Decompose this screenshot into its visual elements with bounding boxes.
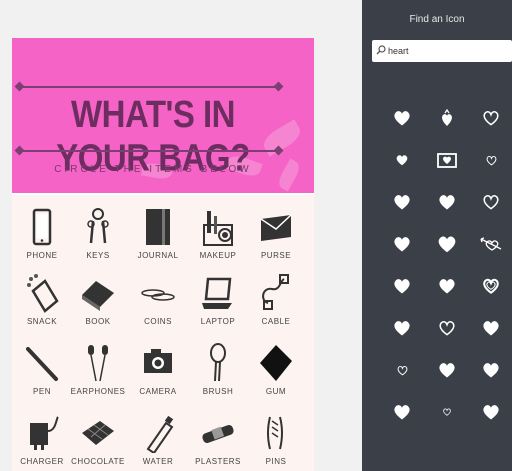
phone-icon (32, 208, 52, 246)
pen-icon (26, 347, 58, 381)
water-bottle-icon (146, 415, 174, 453)
item-label: PURSE (260, 251, 292, 260)
heart-outline-icon[interactable] (471, 184, 511, 220)
item-label: WATER (142, 457, 174, 466)
heart-solid-icon[interactable] (427, 352, 467, 388)
item-cable[interactable]: CABLE (248, 269, 304, 335)
item-label: KEYS (86, 251, 110, 260)
purse-icon (260, 214, 292, 241)
heart-outline-small-icon[interactable] (471, 142, 511, 178)
coins-icon (141, 289, 175, 301)
item-journal[interactable]: JOURNAL (130, 203, 186, 269)
divider-top (18, 86, 280, 88)
item-gum[interactable]: GUM (248, 339, 304, 405)
items-grid: PHONE KEYS JOURNAL MAKEUP PURSE SNACK BO… (12, 195, 314, 471)
item-label: PINS (265, 457, 287, 466)
heart-small-outline-icon[interactable] (427, 394, 467, 430)
item-purse[interactable]: PURSE (248, 203, 304, 269)
heart-outline-small-icon[interactable] (382, 352, 422, 388)
design-canvas[interactable]: WHAT'S IN YOUR BAG? CIRCLE THE ITEMS BEL… (0, 0, 362, 471)
item-label: COINS (144, 317, 172, 326)
item-label: EARPHONES (70, 387, 126, 396)
item-keys[interactable]: KEYS (70, 203, 126, 269)
search-icon (376, 45, 386, 55)
heart-outline-icon[interactable] (427, 310, 467, 346)
heart-solid-icon[interactable] (471, 310, 511, 346)
heart-solid-icon[interactable] (471, 352, 511, 388)
item-label: CABLE (261, 317, 291, 326)
item-plasters[interactable]: PLASTERS (190, 409, 246, 471)
item-pen[interactable]: PEN (14, 339, 70, 405)
item-label: CHARGER (20, 457, 64, 466)
snack-icon (27, 274, 59, 313)
item-label: PLASTERS (195, 457, 241, 466)
cable-icon (262, 274, 289, 310)
heart-solid-icon[interactable] (427, 184, 467, 220)
item-makeup[interactable]: MAKEUP (190, 203, 246, 269)
item-label: PEN (33, 387, 51, 396)
header-banner: WHAT'S IN YOUR BAG? CIRCLE THE ITEMS BEL… (12, 38, 314, 193)
item-brush[interactable]: BRUSH (190, 339, 246, 405)
keys-icon (87, 208, 109, 244)
journal-icon (146, 209, 170, 245)
item-label: CAMERA (139, 387, 177, 396)
item-label: SNACK (26, 317, 58, 326)
item-label: PHONE (26, 251, 58, 260)
item-book[interactable]: BOOK (70, 269, 126, 335)
search-input[interactable] (388, 43, 506, 59)
heart-small-solid-icon[interactable] (382, 142, 422, 178)
gum-icon (260, 345, 292, 381)
item-charger[interactable]: CHARGER (14, 409, 70, 471)
item-chocolate[interactable]: CHOCOLATE (70, 409, 126, 471)
camera-icon (144, 349, 172, 373)
item-label: GUM (265, 387, 287, 396)
heart-solid-icon[interactable] (382, 184, 422, 220)
laptop-icon (202, 277, 232, 309)
item-water[interactable]: WATER (130, 409, 186, 471)
heart-solid-large-icon[interactable] (427, 226, 467, 262)
heart-solid-icon[interactable] (427, 268, 467, 304)
item-earphones[interactable]: EARPHONES (70, 339, 126, 405)
design-page[interactable]: WHAT'S IN YOUR BAG? CIRCLE THE ITEMS BEL… (12, 38, 314, 471)
item-label: BOOK (85, 317, 111, 326)
heart-envelope-icon[interactable] (427, 142, 467, 178)
strawberry-heart-icon[interactable] (427, 100, 467, 136)
heart-solid-icon[interactable] (382, 310, 422, 346)
heart-solid-icon[interactable] (382, 226, 422, 262)
brush-icon (210, 343, 226, 382)
heart-solid-icon[interactable] (382, 100, 422, 136)
item-label: BRUSH (202, 387, 234, 396)
heart-double-outline-icon[interactable] (471, 268, 511, 304)
heart-solid-icon[interactable] (471, 394, 511, 430)
item-laptop[interactable]: LAPTOP (190, 269, 246, 335)
icon-search-panel: Find an Icon (362, 0, 512, 471)
heart-arrow-icon[interactable] (471, 226, 511, 262)
earphones-icon (88, 345, 108, 382)
item-label: JOURNAL (137, 251, 179, 260)
charger-icon (30, 416, 59, 450)
design-subtitle[interactable]: CIRCLE THE ITEMS BELOW (22, 164, 284, 175)
heart-solid-icon[interactable] (382, 394, 422, 430)
item-label: MAKEUP (199, 251, 237, 260)
item-label: LAPTOP (200, 317, 236, 326)
heart-outline-icon[interactable] (471, 100, 511, 136)
chocolate-icon (82, 421, 114, 445)
divider-bottom (18, 150, 280, 152)
item-coins[interactable]: COINS (130, 269, 186, 335)
heart-solid-icon[interactable] (382, 268, 422, 304)
item-pins[interactable]: PINS (248, 409, 304, 471)
item-label: CHOCOLATE (71, 457, 125, 466)
item-camera[interactable]: CAMERA (130, 339, 186, 405)
pins-icon (267, 416, 283, 450)
panel-title: Find an Icon (409, 14, 465, 25)
plasters-icon (202, 424, 234, 444)
item-snack[interactable]: SNACK (14, 269, 70, 335)
item-phone[interactable]: PHONE (14, 203, 70, 269)
search-box[interactable] (372, 40, 512, 62)
book-icon (82, 281, 114, 311)
makeup-icon (203, 211, 233, 246)
